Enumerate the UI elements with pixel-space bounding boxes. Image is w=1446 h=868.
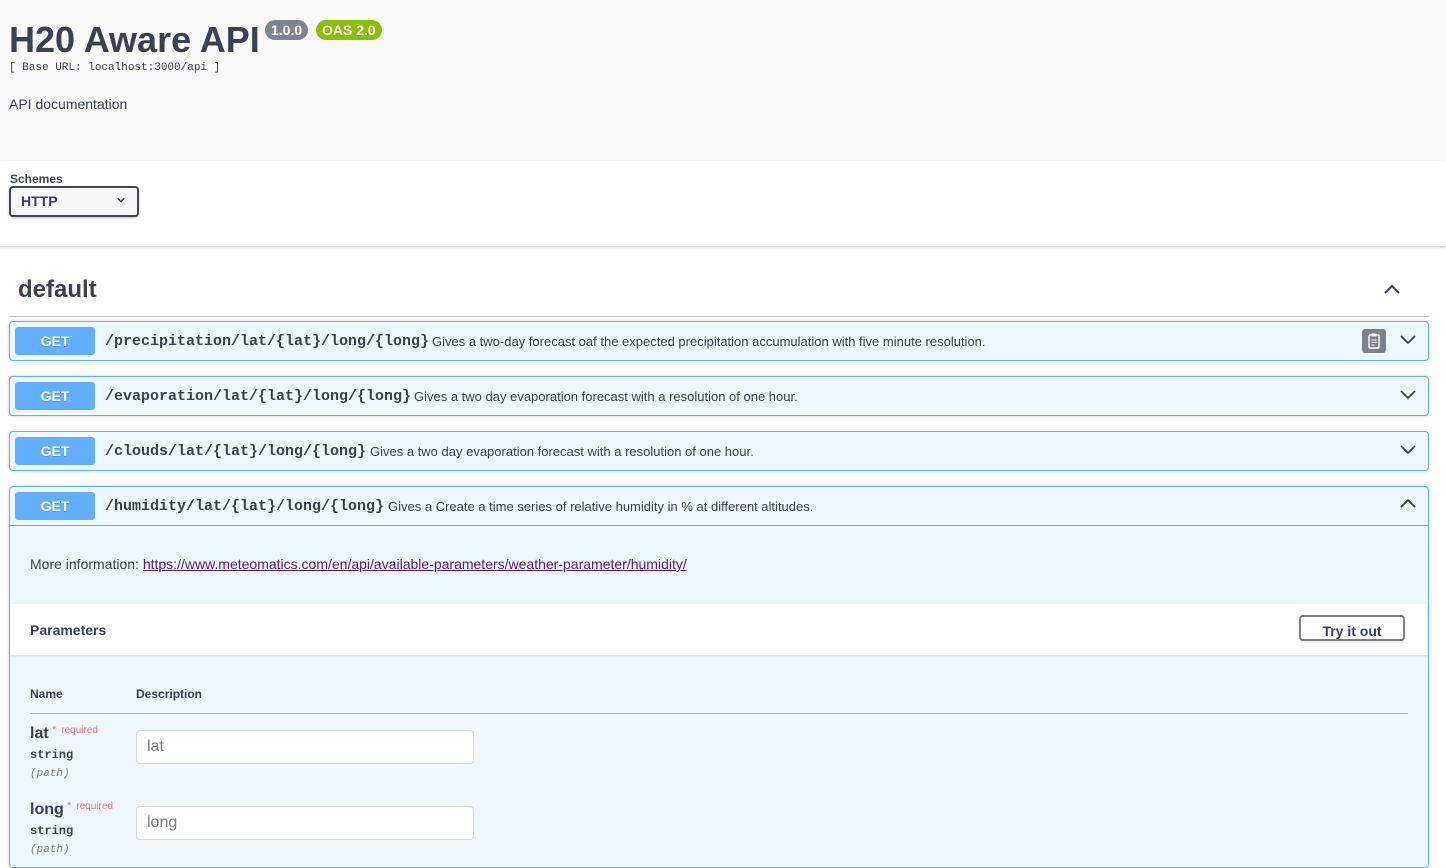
param-location: (path) [30,768,70,780]
opblock-summary[interactable]: GET /evaporation/lat/{lat}/long/{long} G… [10,377,1428,415]
opblock-get-humidity: GET /humidity/lat/{lat}/long/{long} Give… [9,486,1429,868]
param-type: string [30,748,74,762]
chevron-down-icon[interactable] [1399,332,1417,346]
operation-description: Gives a two day evaporation forecast wit… [414,389,798,404]
chevron-up-icon[interactable] [1399,497,1417,511]
clipboard-icon [1368,333,1380,349]
required-label: required [76,801,113,812]
param-type: string [30,824,74,838]
param-lat-input[interactable] [136,730,474,764]
oas-badge: OAS 2.0 [316,20,382,40]
section-divider [9,316,1429,317]
method-badge: GET [15,327,95,355]
required-star: * [52,724,57,736]
required-label: required [61,725,98,736]
schemes-selected-value: HTTP [21,193,58,209]
param-name: long [30,801,64,818]
more-information-link[interactable]: https://www.meteomatics.com/en/api/avail… [143,556,687,572]
tag-title[interactable]: default [18,276,97,304]
schemes-label: Schemes [10,172,63,186]
opblock-get-clouds: GET /clouds/lat/{lat}/long/{long} Gives … [9,431,1429,471]
table-header-divider [30,713,1408,714]
copy-to-clipboard-button[interactable] [1362,329,1386,353]
schemes-select[interactable]: HTTP [9,186,139,217]
parameters-header: Parameters Try it out [10,604,1428,655]
opblock-get-evaporation: GET /evaporation/lat/{lat}/long/{long} G… [9,376,1429,416]
operation-description: Gives a two-day forecast oaf the expecte… [432,334,986,349]
opblock-summary[interactable]: GET /humidity/lat/{lat}/long/{long} Give… [10,487,1428,526]
method-badge: GET [15,437,95,465]
more-information: More information: https://www.meteomatic… [30,556,687,572]
param-long-input[interactable] [136,806,474,840]
param-name: lat [30,725,49,742]
method-badge: GET [15,382,95,410]
column-header-name: Name [30,687,63,701]
operation-path: /precipitation/lat/{lat}/long/{long} [105,333,430,350]
base-url: [ Base URL: localhost:3000/api ] [9,62,221,74]
info-header: H20 Aware API 1.0.0 OAS 2.0 [ Base URL: … [0,0,1446,161]
chevron-up-icon[interactable] [1380,281,1404,297]
opblock-summary[interactable]: GET /clouds/lat/{lat}/long/{long} Gives … [10,432,1428,470]
required-star: * [67,800,72,812]
chevron-down-icon[interactable] [1399,387,1417,401]
operation-path: /clouds/lat/{lat}/long/{long} [105,443,367,460]
opblock-summary[interactable]: GET /precipitation/lat/{lat}/long/{long}… [10,322,1428,360]
schemes-container: Schemes HTTP [0,161,1446,247]
param-required: * required [67,800,113,812]
chevron-down-icon[interactable] [1399,442,1417,456]
try-it-out-button[interactable]: Try it out [1299,615,1405,641]
column-header-description: Description [136,687,203,701]
api-description: API documentation [9,96,128,112]
param-required: * required [52,724,98,736]
chevron-down-icon [117,197,125,203]
more-information-label: More information: [30,556,139,572]
operation-description: Gives a two day evaporation forecast wit… [370,444,754,459]
operation-description: Gives a Create a time series of relative… [388,499,814,514]
version-badge: 1.0.0 [265,20,309,40]
operation-path: /evaporation/lat/{lat}/long/{long} [105,388,412,405]
parameters-title: Parameters [30,622,107,638]
page-title: H20 Aware API [9,19,260,60]
operation-path: /humidity/lat/{lat}/long/{long} [105,498,385,515]
param-location: (path) [30,844,70,856]
opblock-get-precipitation: GET /precipitation/lat/{lat}/long/{long}… [9,321,1429,361]
method-badge: GET [15,492,95,520]
